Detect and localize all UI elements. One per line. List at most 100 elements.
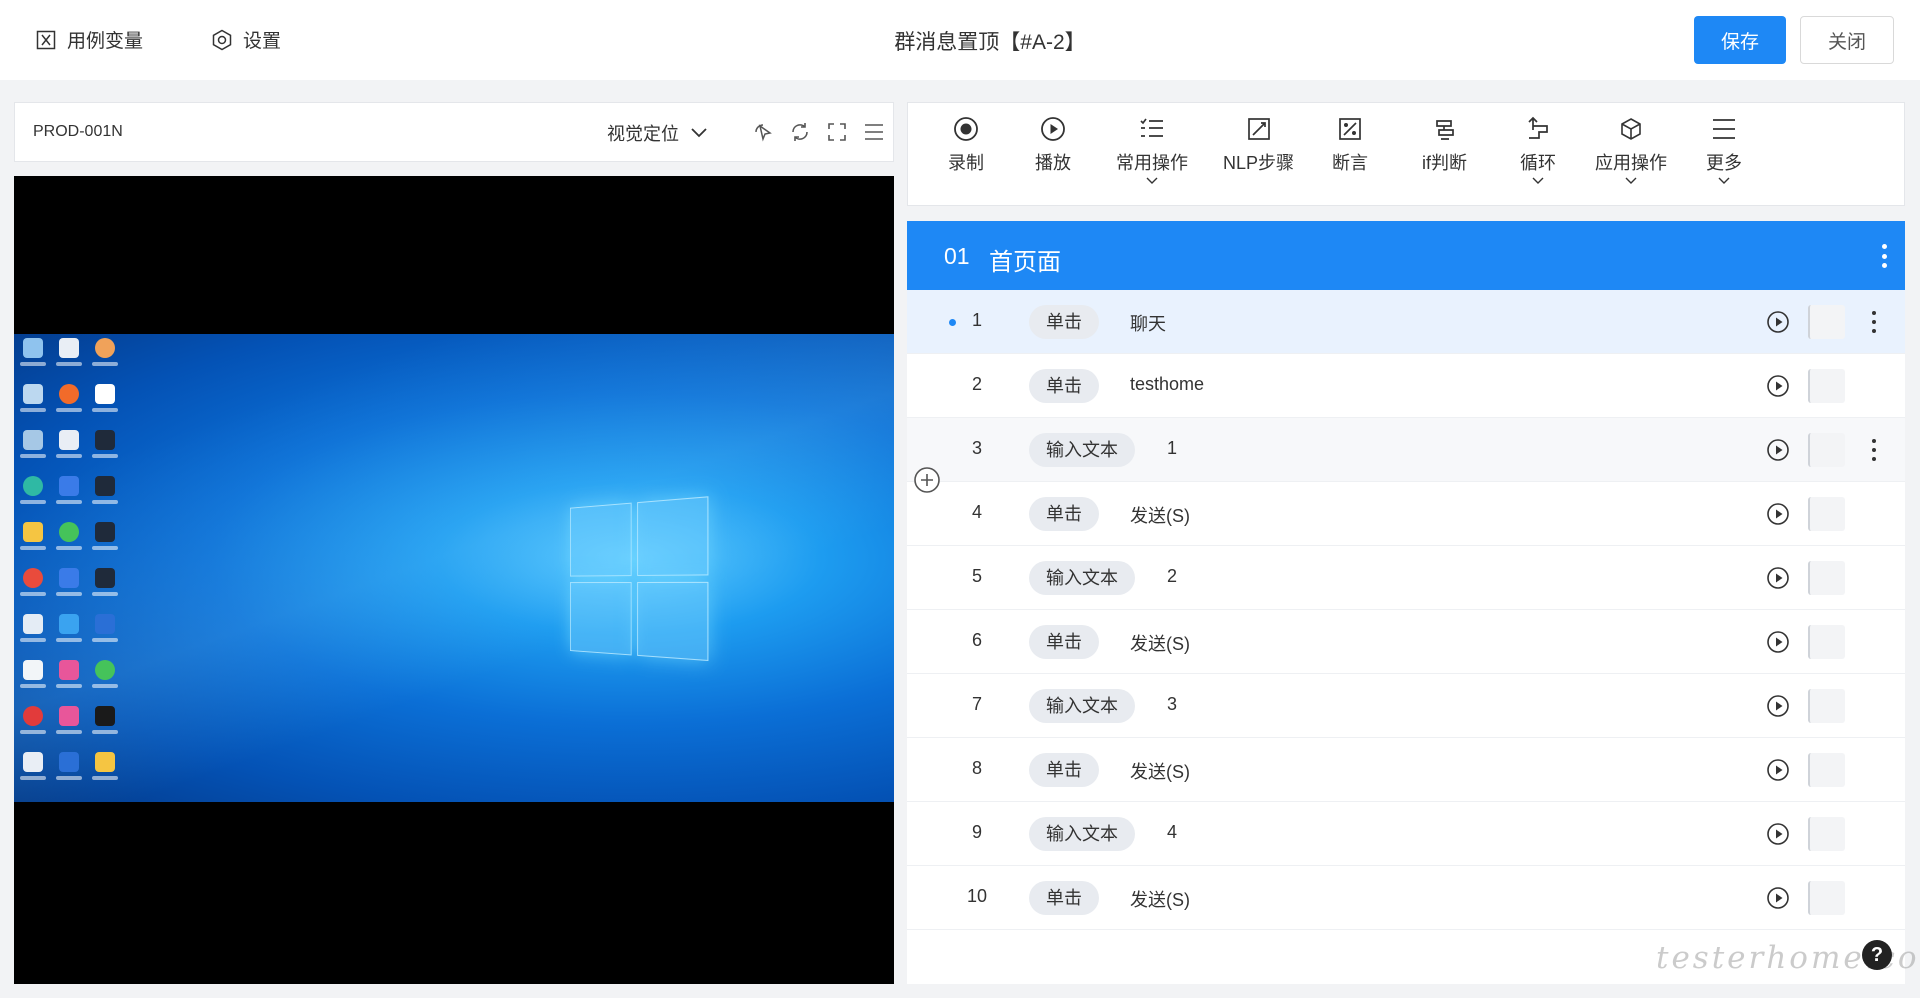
toolbar-if[interactable]: if判断 (1422, 115, 1467, 175)
save-button[interactable]: 保存 (1694, 16, 1786, 64)
more-vertical-icon[interactable] (1877, 241, 1891, 271)
toolbar-record[interactable]: 录制 (948, 115, 984, 175)
step-target: 2 (1167, 566, 1178, 586)
toolbar-assert[interactable]: 断言 (1332, 115, 1368, 175)
desktop-icon[interactable] (18, 430, 48, 466)
desktop-icon[interactable] (90, 522, 120, 558)
step-target: 发送(S) (1130, 890, 1190, 910)
toolbar-more[interactable]: 更多 (1706, 115, 1742, 186)
desktop-icon[interactable] (18, 384, 48, 420)
desktop-icon[interactable] (18, 752, 48, 788)
step-row[interactable]: 6 单击 发送(S) (907, 610, 1905, 674)
step-row[interactable]: 3 输入文本 1 (907, 418, 1905, 482)
step-action-tag: 输入文本 (1029, 561, 1135, 595)
step-enable-toggle[interactable] (1808, 753, 1845, 787)
step-row[interactable]: 8 单击 发送(S) (907, 738, 1905, 802)
desktop-icon[interactable] (90, 476, 120, 512)
step-number: 10 (966, 886, 988, 906)
play-step-icon[interactable] (1766, 758, 1790, 782)
desktop-icon[interactable] (90, 614, 120, 650)
desktop-icon[interactable] (54, 476, 84, 512)
desktop-icon[interactable] (54, 614, 84, 650)
play-icon (1039, 115, 1067, 143)
desktop-icon[interactable] (18, 614, 48, 650)
device-tools (739, 119, 887, 145)
step-enable-toggle[interactable] (1808, 433, 1845, 467)
locate-mode-select[interactable]: 视觉定位 (607, 120, 707, 146)
step-enable-toggle[interactable] (1808, 625, 1845, 659)
toolbar-nlp-step[interactable]: NLP步骤 (1223, 115, 1294, 175)
pointer-click-icon[interactable] (750, 119, 776, 145)
desktop-icon[interactable] (54, 752, 84, 788)
step-row[interactable]: 7 输入文本 3 (907, 674, 1905, 738)
play-step-icon[interactable] (1766, 438, 1790, 462)
desktop-icon[interactable] (90, 706, 120, 742)
step-action-tag: 输入文本 (1029, 817, 1135, 851)
step-row[interactable]: 4 单击 发送(S) (907, 482, 1905, 546)
desktop-icon[interactable] (54, 430, 84, 466)
device-header: PROD-001N 视觉定位 (14, 102, 894, 162)
step-enable-toggle[interactable] (1808, 305, 1845, 339)
more-vertical-icon[interactable] (1869, 311, 1879, 333)
step-row[interactable]: 1 单击 聊天 (907, 290, 1905, 354)
close-button[interactable]: 关闭 (1800, 16, 1894, 64)
desktop-icon[interactable] (18, 522, 48, 558)
settings-button[interactable]: 设置 (211, 26, 281, 53)
desktop-icon[interactable] (90, 384, 120, 420)
desktop-icon[interactable] (54, 384, 84, 420)
step-row[interactable]: 2 单击 testhome (907, 354, 1905, 418)
play-step-icon[interactable] (1766, 310, 1790, 334)
desktop-icon[interactable] (18, 706, 48, 742)
step-enable-toggle[interactable] (1808, 881, 1845, 915)
step-enable-toggle[interactable] (1808, 497, 1845, 531)
play-step-icon[interactable] (1766, 822, 1790, 846)
desktop-icon[interactable] (90, 660, 120, 696)
fullscreen-icon[interactable] (824, 119, 850, 145)
desktop-icon[interactable] (54, 338, 84, 374)
step-enable-toggle[interactable] (1808, 689, 1845, 723)
desktop-icon[interactable] (54, 568, 84, 604)
toolbar-app-ops-label: 应用操作 (1595, 153, 1667, 173)
play-step-icon[interactable] (1766, 374, 1790, 398)
desktop-icon[interactable] (90, 338, 120, 374)
desktop-icon[interactable] (54, 706, 84, 742)
desktop-icon[interactable] (54, 660, 84, 696)
play-step-icon[interactable] (1766, 694, 1790, 718)
step-row[interactable]: 9 输入文本 4 (907, 802, 1905, 866)
toolbar-common-ops[interactable]: 常用操作 (1116, 115, 1188, 186)
toolbar-play-label: 播放 (1035, 153, 1071, 173)
desktop-icon[interactable] (18, 660, 48, 696)
step-enable-toggle[interactable] (1808, 369, 1845, 403)
desktop-icon[interactable] (90, 752, 120, 788)
device-screen[interactable] (14, 176, 894, 984)
step-row[interactable]: 10 单击 发送(S) (907, 866, 1905, 930)
menu-icon[interactable] (861, 119, 887, 145)
gear-icon (211, 29, 233, 51)
play-step-icon[interactable] (1766, 630, 1790, 654)
desktop-icon[interactable] (90, 430, 120, 466)
desktop-icon[interactable] (18, 568, 48, 604)
step-row[interactable]: 5 输入文本 2 (907, 546, 1905, 610)
desktop-icon[interactable] (54, 522, 84, 558)
play-step-icon[interactable] (1766, 566, 1790, 590)
step-number: 2 (971, 374, 982, 394)
toolbar-app-ops[interactable]: 应用操作 (1595, 115, 1667, 186)
desktop-icon[interactable] (18, 476, 48, 512)
toolbar-play[interactable]: 播放 (1035, 115, 1071, 175)
help-button[interactable]: ? (1862, 940, 1892, 970)
more-vertical-icon[interactable] (1869, 439, 1879, 461)
desktop-icon[interactable] (18, 338, 48, 374)
step-group-header[interactable]: 01 首页面 (907, 221, 1905, 290)
desktop-icon[interactable] (90, 568, 120, 604)
step-enable-toggle[interactable] (1808, 817, 1845, 851)
play-step-icon[interactable] (1766, 502, 1790, 526)
remote-desktop[interactable] (14, 334, 894, 802)
step-target: 发送(S) (1130, 762, 1190, 782)
toolbar-loop[interactable]: 循环 (1520, 115, 1556, 186)
group-name: 首页面 (989, 249, 1061, 276)
refresh-icon[interactable] (787, 119, 813, 145)
step-enable-toggle[interactable] (1808, 561, 1845, 595)
case-variables-button[interactable]: 用例变量 (35, 26, 143, 53)
play-step-icon[interactable] (1766, 886, 1790, 910)
add-step-icon[interactable] (913, 466, 941, 494)
